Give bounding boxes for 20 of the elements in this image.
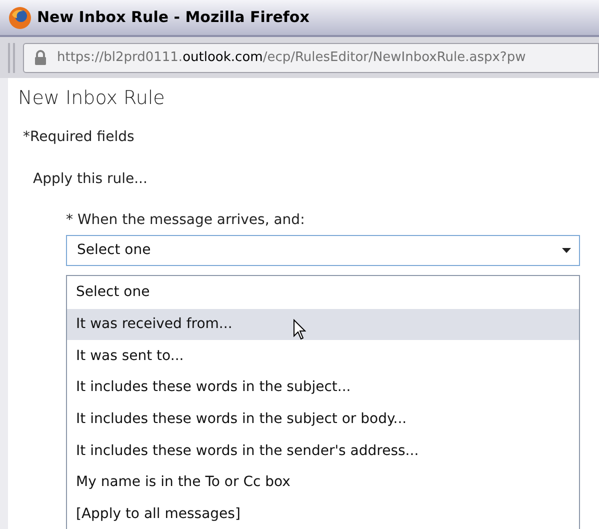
mouse-pointer-icon — [293, 318, 306, 340]
browser-logo-icon — [8, 6, 32, 30]
dropdown-option[interactable]: Select one — [67, 277, 579, 309]
dropdown-option[interactable]: [Apply to all messages] — [67, 498, 579, 529]
dropdown-option[interactable]: It was received from... — [67, 308, 579, 340]
url-text: https://bl2prd0111.outlook.com/ecp/RulesEditor/NewInboxRule.aspx?pw — [57, 48, 526, 67]
dropdown-option[interactable]: My name is in the To or Cc box — [67, 467, 579, 499]
caret-icon — [562, 248, 571, 252]
dropdown-option[interactable]: It includes these words in the sender's address... — [67, 435, 579, 468]
window-title: New Inbox Rule - Mozilla Firefox — [37, 7, 310, 28]
condition-dropdown[interactable]: Select one — [66, 234, 580, 266]
section-label: Apply this rule... — [33, 170, 148, 188]
dropdown-option[interactable]: It was sent to... — [67, 340, 579, 372]
page-heading: New Inbox Rule — [18, 86, 165, 111]
dropdown-option[interactable]: It includes these words in the subject... — [67, 372, 579, 404]
field-label: * When the message arrives, and: — [66, 210, 305, 230]
dropdown-option[interactable]: It includes these words in the subject or body... — [67, 404, 579, 436]
required-note: *Required fields — [23, 128, 134, 146]
lock-icon — [34, 50, 47, 65]
address-field[interactable]: https://bl2prd0111.outlook.com/ecp/RulesEditor/NewInboxRule.aspx?pw — [23, 42, 599, 72]
